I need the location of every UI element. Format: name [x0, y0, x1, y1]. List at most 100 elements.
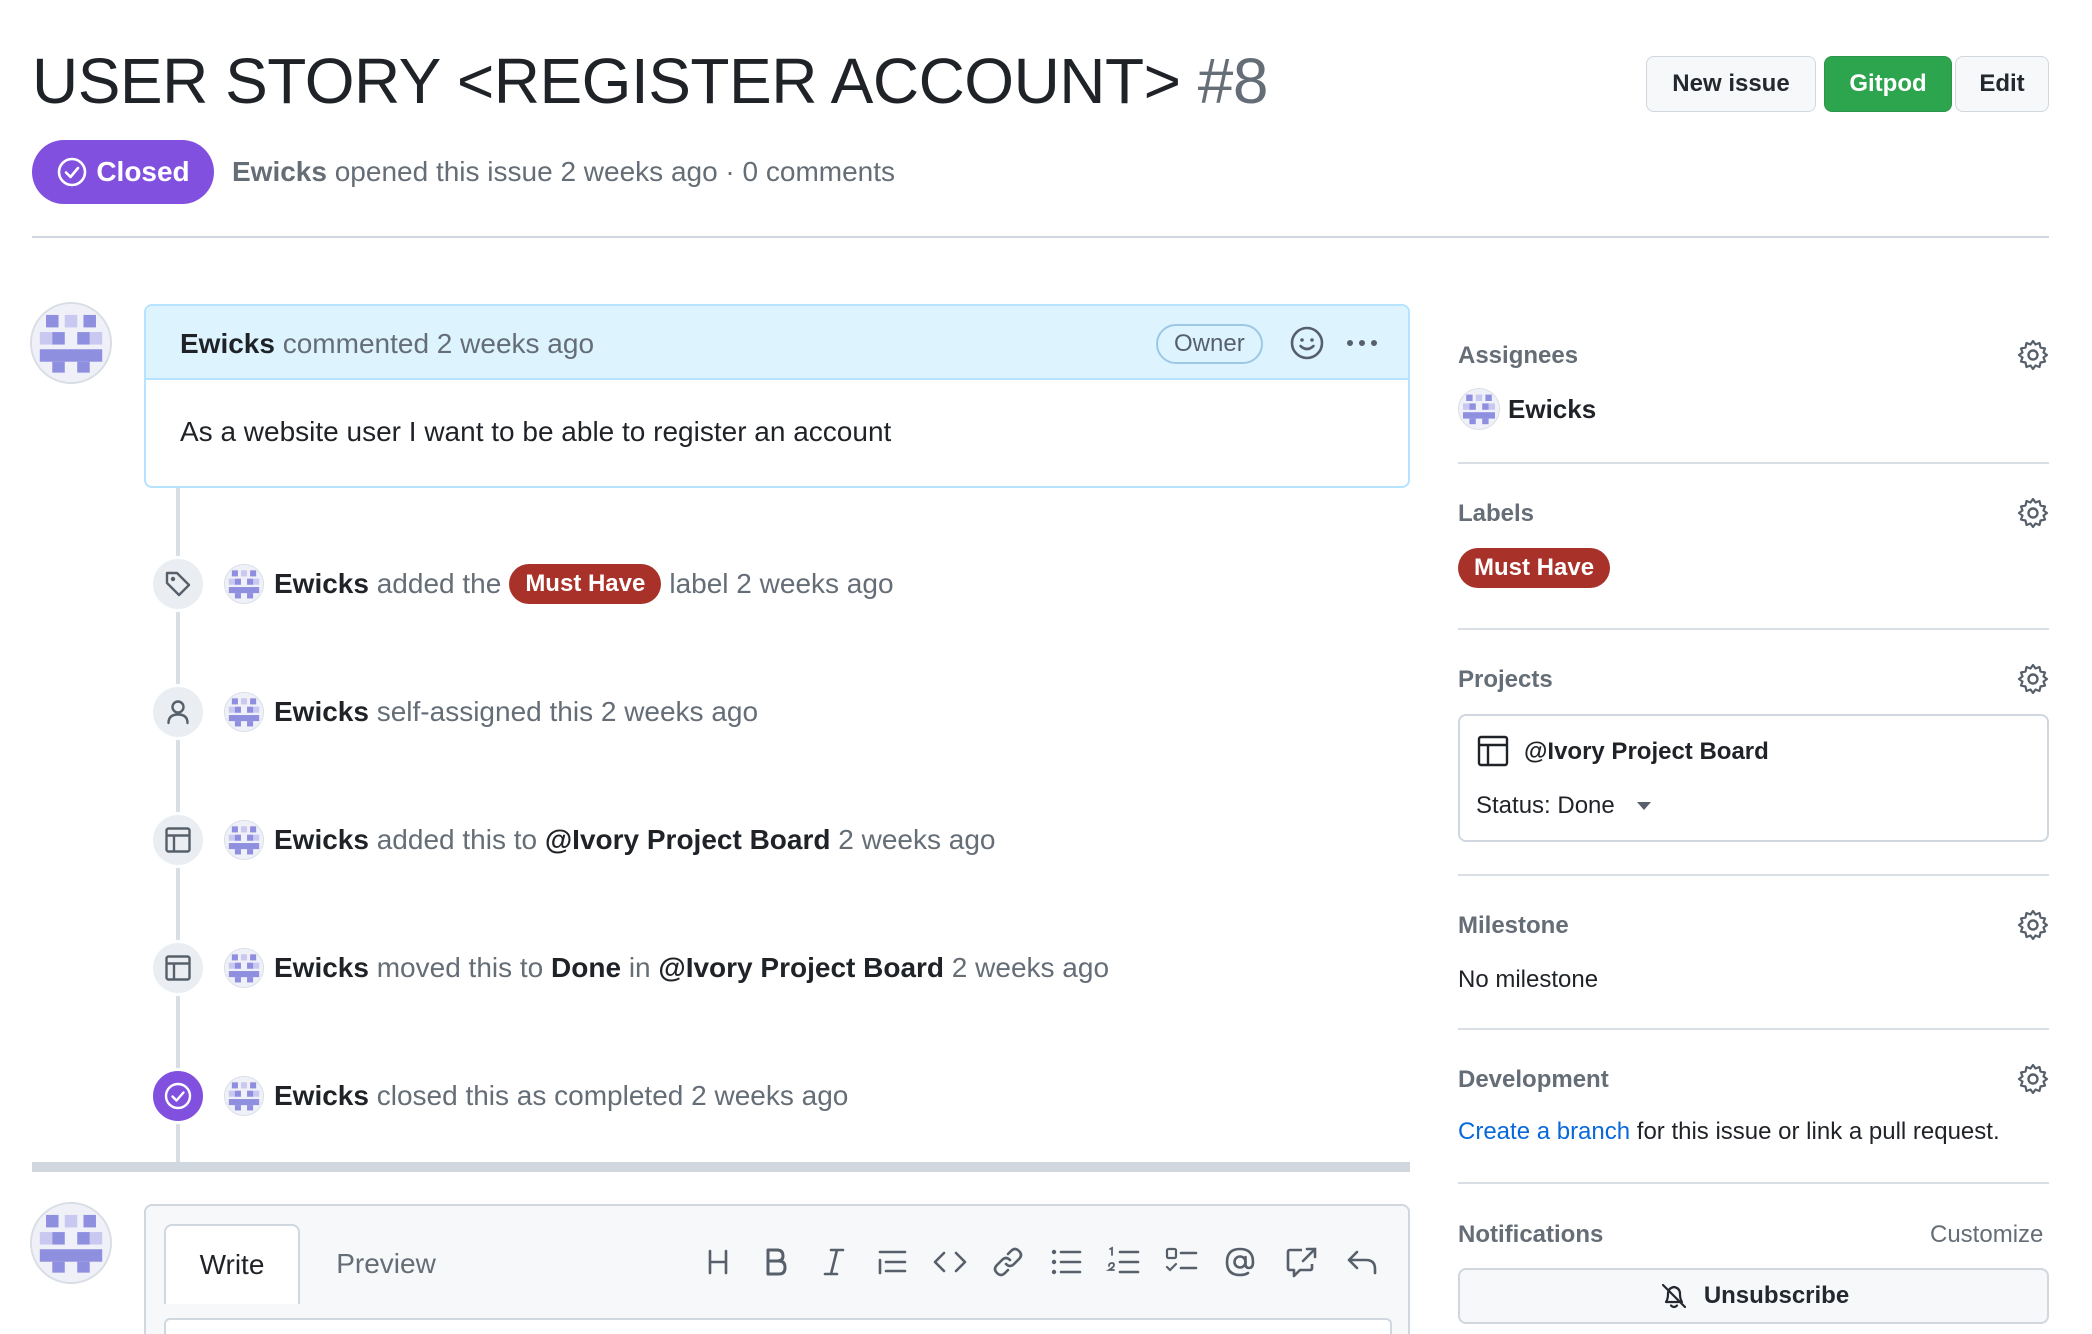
reply-icon[interactable] [1342, 1242, 1382, 1282]
numbered-list-icon[interactable] [1104, 1242, 1144, 1282]
assignee-item[interactable]: Ewicks [1458, 388, 1596, 430]
development-heading[interactable]: Development [1458, 1066, 1609, 1094]
tab-write[interactable]: Write [164, 1224, 300, 1304]
timeline-actor-avatar[interactable] [224, 1076, 264, 1116]
assignees-heading[interactable]: Assignees [1458, 342, 1578, 370]
task-list-icon[interactable] [1162, 1242, 1202, 1282]
timeline-event-assigned: Ewicks self-assigned this 2 weeks ago [274, 692, 758, 732]
timeline-actor-avatar[interactable] [224, 692, 264, 732]
bold-icon[interactable] [756, 1242, 796, 1282]
gear-icon[interactable] [2016, 908, 2050, 942]
link-icon[interactable] [988, 1242, 1028, 1282]
mention-icon[interactable] [1220, 1242, 1260, 1282]
timeline-event-time[interactable]: label 2 weeks ago [669, 568, 893, 600]
sidebar-label-must-have[interactable]: Must Have [1458, 548, 1611, 588]
timeline-badge-assigned [150, 684, 206, 740]
create-branch-link[interactable]: Create a branch [1458, 1118, 1630, 1145]
timeline-event-text: in [628, 952, 651, 983]
issue-author-link[interactable]: Ewicks [232, 156, 327, 187]
issue-opened-text: opened this issue 2 weeks ago · 0 commen… [334, 156, 896, 187]
issue-comment: Ewicks commented 2 weeks ago Owner As a … [144, 304, 1410, 488]
comment-action[interactable]: commented 2 weeks ago [283, 328, 594, 359]
gitpod-button[interactable]: Gitpod [1824, 56, 1952, 112]
quote-icon[interactable] [872, 1242, 912, 1282]
unsubscribe-button[interactable]: Unsubscribe [1458, 1268, 2049, 1324]
project-status: Done [551, 952, 622, 983]
project-name-link[interactable]: @Ivory Project Board [1524, 738, 1769, 766]
new-issue-button[interactable]: New issue [1646, 56, 1816, 112]
comment-textarea[interactable] [164, 1318, 1392, 1334]
unsubscribe-label: Unsubscribe [1703, 1282, 1850, 1309]
projects-heading[interactable]: Projects [1458, 666, 1553, 694]
timeline-actor[interactable]: Ewicks [274, 568, 369, 600]
timeline-badge-label [150, 556, 206, 612]
sidebar-divider [1458, 628, 2049, 630]
gear-icon[interactable] [2016, 496, 2050, 530]
issue-state-label: Closed [96, 156, 190, 187]
project-card: @Ivory Project Board Status: Done [1458, 714, 2049, 842]
gear-icon[interactable] [2016, 1062, 2050, 1096]
timeline-event-moved: Ewicks moved this to Done in @Ivory Proj… [274, 948, 1109, 988]
label-must-have[interactable]: Must Have [509, 564, 662, 604]
comment-body: As a website user I want to be able to r… [180, 416, 892, 447]
project-link[interactable]: @Ivory Project Board [545, 824, 831, 856]
italic-icon[interactable] [814, 1242, 854, 1282]
project-status-select[interactable]: Status: Done [1476, 792, 1653, 820]
tag-icon [165, 571, 191, 597]
tab-preview[interactable]: Preview [316, 1224, 456, 1304]
timeline-event-labeled: Ewicks added the Must Have label 2 weeks… [274, 564, 894, 604]
timeline-event-time[interactable]: 2 weeks ago [952, 952, 1109, 984]
customize-link[interactable]: Customize [1930, 1221, 2043, 1249]
timeline-event-text: moved this to [376, 952, 544, 983]
code-icon[interactable] [930, 1242, 970, 1282]
table-icon [165, 955, 191, 981]
header-divider [32, 236, 2049, 238]
timeline-actor[interactable]: Ewicks [274, 696, 369, 728]
timeline-event-closed: Ewicks closed this as completed 2 weeks … [274, 1076, 848, 1116]
timeline-actor[interactable]: Ewicks [274, 824, 369, 856]
timeline-actor-avatar[interactable] [224, 948, 264, 988]
issue-state-badge: Closed [32, 140, 214, 204]
kebab-horizontal-icon[interactable] [1342, 324, 1382, 362]
project-status-text: Status: Done [1476, 792, 1615, 819]
bell-slash-icon [1661, 1283, 1686, 1309]
sidebar-divider [1458, 462, 2049, 464]
smiley-icon[interactable] [1288, 324, 1326, 362]
milestone-heading[interactable]: Milestone [1458, 912, 1569, 940]
heading-icon[interactable] [698, 1242, 738, 1282]
comment-author-link[interactable]: Ewicks [180, 328, 275, 359]
sidebar-divider [1458, 1028, 2049, 1030]
timeline-actor-avatar[interactable] [224, 820, 264, 860]
gear-icon[interactable] [2016, 662, 2050, 696]
bulleted-list-icon[interactable] [1046, 1242, 1086, 1282]
cross-reference-icon[interactable] [1282, 1242, 1322, 1282]
timeline-event-time[interactable]: 2 weeks ago [838, 824, 995, 856]
project-link[interactable]: @Ivory Project Board [658, 952, 944, 984]
timeline-badge-project-moved [150, 940, 206, 996]
sidebar-divider [1458, 874, 2049, 876]
development-rest: for this issue or link a pull request. [1636, 1118, 2000, 1145]
timeline-badge-project [150, 812, 206, 868]
owner-badge: Owner [1156, 324, 1263, 364]
notifications-heading: Notifications [1458, 1221, 1604, 1248]
labels-heading[interactable]: Labels [1458, 500, 1534, 528]
issue-title-text: USER STORY <REGISTER ACCOUNT> [32, 45, 1181, 117]
edit-button[interactable]: Edit [1955, 56, 2049, 112]
timeline-actor[interactable]: Ewicks [274, 1080, 369, 1112]
comment-author-line: Ewicks commented 2 weeks ago [180, 328, 594, 360]
person-icon [167, 700, 189, 725]
timeline-end-divider [32, 1162, 1410, 1172]
timeline-event-text: self-assigned this 2 weeks ago [376, 696, 759, 727]
gear-icon[interactable] [2016, 338, 2050, 372]
timeline-actor-avatar[interactable] [224, 564, 264, 604]
milestone-value: No milestone [1458, 966, 1599, 993]
assignee-avatar [1458, 388, 1500, 430]
comment-author-avatar[interactable] [30, 302, 112, 384]
triangle-down-icon [1636, 802, 1651, 810]
timeline-event-added-to-project: Ewicks added this to @Ivory Project Boar… [274, 820, 995, 860]
timeline-badge-closed [150, 1068, 206, 1124]
current-user-avatar[interactable] [30, 1202, 112, 1284]
timeline-event-text: closed this as completed 2 weeks ago [376, 1080, 849, 1111]
timeline-actor[interactable]: Ewicks [274, 952, 369, 984]
check-circle-icon [58, 157, 87, 187]
